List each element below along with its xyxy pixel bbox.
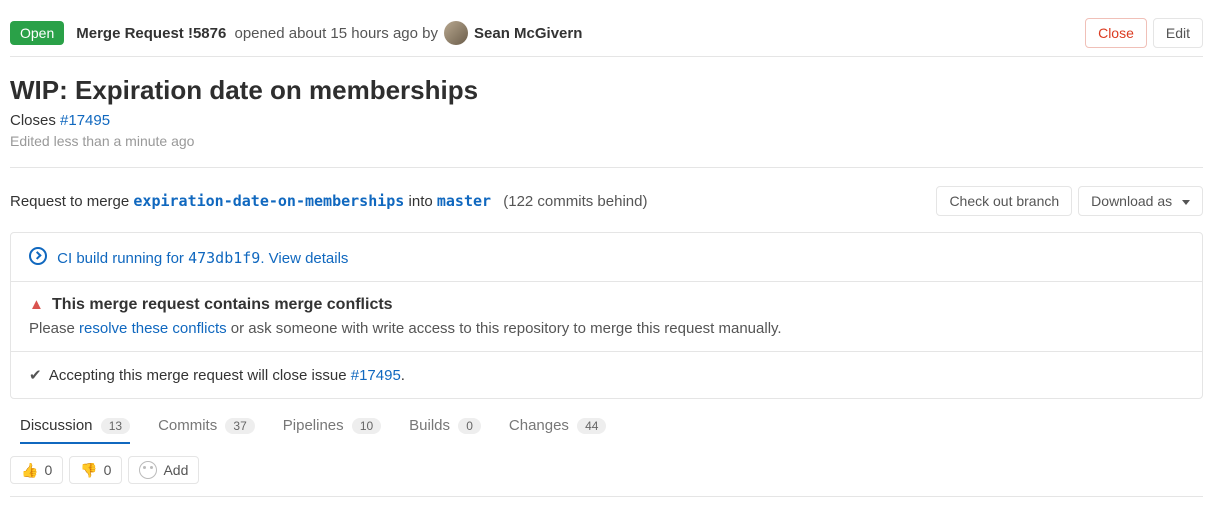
smiley-icon xyxy=(139,461,157,479)
merge-prefix: Request to merge xyxy=(10,193,133,210)
tab-builds[interactable]: Builds 0 xyxy=(409,409,481,444)
ci-build-link[interactable]: CI build running for 473db1f9. View deta… xyxy=(57,250,348,267)
tab-discussion-count: 13 xyxy=(101,418,130,434)
target-branch[interactable]: master xyxy=(437,192,491,210)
mr-opened-text: opened about 15 hours ago by xyxy=(235,25,439,42)
edited-timestamp: Edited less than a minute ago xyxy=(10,133,1203,149)
chevron-down-icon xyxy=(1182,200,1190,205)
tab-changes-count: 44 xyxy=(577,418,606,434)
conflict-title: This merge request contains merge confli… xyxy=(52,296,393,313)
add-reaction-button[interactable]: Add xyxy=(128,456,199,484)
add-reaction-label: Add xyxy=(163,462,188,478)
tab-changes-label: Changes xyxy=(509,417,569,434)
source-branch[interactable]: expiration-date-on-memberships xyxy=(133,192,404,210)
tab-discussion[interactable]: Discussion 13 xyxy=(20,409,130,444)
tab-commits[interactable]: Commits 37 xyxy=(158,409,255,444)
download-as-button[interactable]: Download as xyxy=(1078,186,1203,216)
download-label: Download as xyxy=(1091,193,1172,209)
tab-pipelines-label: Pipelines xyxy=(283,417,344,434)
close-button[interactable]: Close xyxy=(1085,18,1147,48)
tab-commits-count: 37 xyxy=(225,418,254,434)
mr-title: WIP: Expiration date on memberships xyxy=(10,75,1203,106)
thumbs-up-icon: 👍 xyxy=(21,462,38,479)
thumbs-down-count: 0 xyxy=(104,462,112,478)
warning-icon: ▲ xyxy=(29,296,44,313)
status-badge: Open xyxy=(10,21,64,45)
tab-builds-count: 0 xyxy=(458,418,481,434)
closes-prefix: Closes xyxy=(10,112,60,129)
title-section: WIP: Expiration date on memberships Clos… xyxy=(10,57,1203,168)
mr-type: Merge Request xyxy=(76,25,184,42)
tab-pipelines[interactable]: Pipelines 10 xyxy=(283,409,381,444)
closes-line: Closes #17495 xyxy=(10,112,1203,129)
ci-status: CI build running for 473db1f9. View deta… xyxy=(11,233,1202,282)
status-panel: CI build running for 473db1f9. View deta… xyxy=(10,232,1203,399)
tab-builds-label: Builds xyxy=(409,417,450,434)
commits-behind: (122 commits behind) xyxy=(503,193,647,210)
ci-suffix: . View details xyxy=(260,250,348,267)
running-icon xyxy=(29,247,47,265)
mr-id: !5876 xyxy=(188,25,226,42)
conflict-rest: or ask someone with write access to this… xyxy=(227,320,782,337)
tab-discussion-label: Discussion xyxy=(20,417,93,434)
thumbs-up-count: 0 xyxy=(44,462,52,478)
conflict-please: Please xyxy=(29,320,79,337)
tab-pipelines-count: 10 xyxy=(352,418,381,434)
ci-prefix: CI build running for xyxy=(57,250,188,267)
accept-note: ✔ Accepting this merge request will clos… xyxy=(11,352,1202,398)
accept-prefix: Accepting this merge request will close … xyxy=(49,367,351,384)
mr-header: Open Merge Request !5876 opened about 15… xyxy=(10,10,1203,57)
thumbs-down-button[interactable]: 👎 0 xyxy=(69,456,122,484)
merge-text: Request to merge expiration-date-on-memb… xyxy=(10,192,930,210)
edit-button[interactable]: Edit xyxy=(1153,18,1203,48)
resolve-conflicts-link[interactable]: resolve these conflicts xyxy=(79,320,227,337)
closes-issue-link[interactable]: #17495 xyxy=(60,112,110,129)
mr-tabs: Discussion 13 Commits 37 Pipelines 10 Bu… xyxy=(10,399,1203,444)
conflict-warning: ▲ This merge request contains merge conf… xyxy=(11,282,1202,352)
author-avatar[interactable] xyxy=(444,21,468,45)
thumbs-up-button[interactable]: 👍 0 xyxy=(10,456,63,484)
into-text: into xyxy=(409,193,437,210)
merge-section: Request to merge expiration-date-on-memb… xyxy=(10,168,1203,444)
thumbs-down-icon: 👎 xyxy=(80,462,97,479)
accept-issue-link[interactable]: #17495 xyxy=(351,367,401,384)
tab-changes[interactable]: Changes 44 xyxy=(509,409,607,444)
reactions-bar: 👍 0 👎 0 Add xyxy=(10,444,1203,497)
ci-sha: 473db1f9 xyxy=(188,249,260,267)
tab-commits-label: Commits xyxy=(158,417,217,434)
author-name[interactable]: Sean McGivern xyxy=(474,25,582,42)
mr-type-id: Merge Request !5876 opened about 15 hour… xyxy=(76,25,438,42)
checkout-branch-button[interactable]: Check out branch xyxy=(936,186,1072,216)
accept-suffix: . xyxy=(401,367,405,384)
check-icon: ✔ xyxy=(29,367,42,384)
